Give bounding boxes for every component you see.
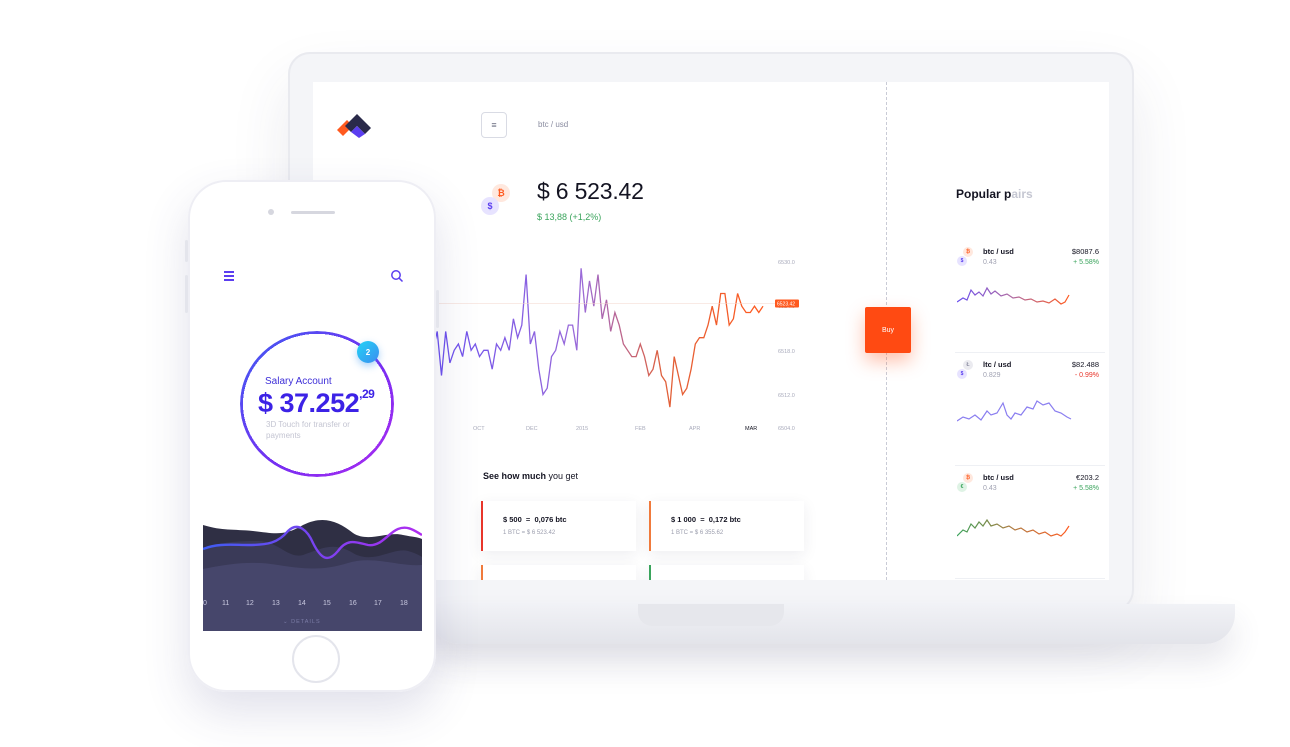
buy-button[interactable]: Buy	[865, 307, 911, 353]
bitcoin-icon: ₿	[963, 473, 973, 483]
pair-name: ltc / usd	[983, 360, 1012, 369]
pair-value: $8087.6	[1071, 247, 1099, 256]
pair-amount: 0.43	[983, 485, 997, 492]
phone-speaker	[291, 211, 335, 214]
y-tick-label: 6518.0	[778, 349, 795, 355]
popular-pairs-title: Popular pairs	[956, 187, 1033, 201]
litecoin-icon: Ł	[963, 360, 973, 370]
pair-change: + 5.58%	[1073, 259, 1099, 266]
details-link[interactable]: ⌄ DETAILS	[283, 619, 321, 625]
app-logo-icon	[337, 114, 371, 138]
pair-value: $82.488	[1071, 360, 1099, 369]
card-accent	[481, 565, 483, 580]
home-button[interactable]	[292, 635, 340, 683]
conversion-card[interactable]: $ 500 = 0,076 btc 1 BTC = $ 6 523.42	[481, 501, 636, 551]
account-label: Salary Account	[265, 376, 332, 387]
pair-label: btc / usd	[538, 120, 569, 129]
y-tick-label: 6530.0	[778, 260, 795, 266]
day-tick: 0	[203, 600, 207, 607]
day-tick: 18	[400, 600, 408, 607]
day-tick: 17	[374, 600, 382, 607]
laptop-base	[430, 604, 1235, 644]
day-tick: 11	[222, 600, 230, 607]
account-balance: $ 37.252,29	[258, 387, 375, 418]
euro-icon: €	[957, 482, 967, 492]
popular-pairs-panel: Popular pairs ₿ $ btc / usd 0.43 $8087.6…	[889, 82, 1109, 580]
day-tick: 16	[349, 600, 357, 607]
price-change: $ 13,88 (+1,2%)	[537, 212, 602, 222]
price-chart[interactable]: OCTDEC2015FEBAPRMAR 6530.06524.06518.065…	[433, 232, 813, 442]
day-tick: 12	[246, 600, 254, 607]
conversion-main: $ 500 = 0,076 btc	[503, 515, 567, 524]
current-price-label: 6523.42	[777, 302, 795, 308]
card-accent	[649, 565, 651, 580]
pair-sparkline	[957, 400, 1072, 422]
pair-name: btc / usd	[983, 473, 1014, 482]
x-tick-label: APR	[689, 426, 700, 432]
day-tick: 14	[298, 600, 306, 607]
mobile-app: 2 Salary Account $ 37.252,29 3D Touch fo…	[203, 241, 422, 631]
laptop-notch	[638, 604, 784, 626]
x-tick-label: FEB	[635, 426, 646, 432]
filter-button[interactable]: ≡	[481, 112, 507, 138]
x-tick-label: MAR	[745, 426, 757, 432]
pair-amount: 0.829	[983, 372, 1001, 379]
conversion-title: See how much you get	[483, 471, 579, 481]
menu-icon[interactable]	[224, 271, 234, 281]
dollar-icon: $	[957, 256, 967, 266]
phone-camera	[268, 209, 274, 215]
current-price: $ 6 523.42	[537, 178, 644, 204]
pair-card[interactable]: ₿ $ btc / usd 0.43 $8087.6 + 5.58%	[955, 242, 1105, 353]
y-tick-label: 6504.0	[778, 426, 795, 432]
pair-value: €203.2	[1076, 473, 1099, 482]
conversion-main: $ 1 000 = 0,172 btc	[671, 515, 741, 524]
bitcoin-icon: ₿	[963, 247, 973, 257]
pair-card[interactable]: Ł $ ltc / usd 0.829 $82.488 - 0.99%	[955, 355, 1105, 466]
pair-sparkline	[957, 286, 1070, 305]
pair-sparkline	[957, 518, 1070, 537]
card-accent	[481, 501, 483, 551]
dollar-icon: $	[957, 369, 967, 379]
search-icon[interactable]	[390, 269, 404, 283]
x-tick-label: DEC	[526, 426, 538, 432]
sliders-icon: ≡	[491, 120, 497, 130]
x-tick-label: OCT	[473, 426, 485, 432]
pair-amount: 0.43	[983, 259, 997, 266]
pair-change: - 0.99%	[1074, 372, 1099, 379]
conversion-card[interactable]: $ 1 000 = 0,172 btc 1 BTC = $ 6 355.62	[649, 501, 804, 551]
notification-badge[interactable]: 2	[357, 341, 379, 363]
phone-side-button	[436, 290, 439, 328]
phone-side-button	[185, 275, 188, 313]
coin-pair-icon: ₿ $	[479, 182, 515, 218]
price-line	[433, 268, 764, 408]
day-tick: 15	[323, 600, 331, 607]
pair-card[interactable]: ₿ € btc / usd 0.43 €203.2 + 5.58%	[955, 468, 1105, 579]
phone-side-button	[185, 240, 188, 262]
day-axis: 0 11 12 13 14 15 16 17 18	[203, 600, 422, 612]
account-hint: 3D Touch for transfer or payments	[266, 420, 350, 440]
conversion-rate: 1 BTC = $ 6 523.42	[503, 530, 556, 536]
card-accent	[649, 501, 651, 551]
y-tick-label: 6512.0	[778, 393, 795, 399]
conversion-rate: 1 BTC = $ 6 355.62	[671, 530, 724, 536]
pair-change: + 5.58%	[1073, 485, 1099, 492]
day-tick: 13	[272, 600, 280, 607]
conversion-card[interactable]	[649, 565, 804, 580]
pair-name: btc / usd	[983, 247, 1014, 256]
x-tick-label: 2015	[576, 426, 588, 432]
dollar-icon: $	[481, 197, 499, 215]
balance-wave-chart[interactable]	[203, 511, 422, 631]
conversion-card[interactable]	[481, 565, 636, 580]
